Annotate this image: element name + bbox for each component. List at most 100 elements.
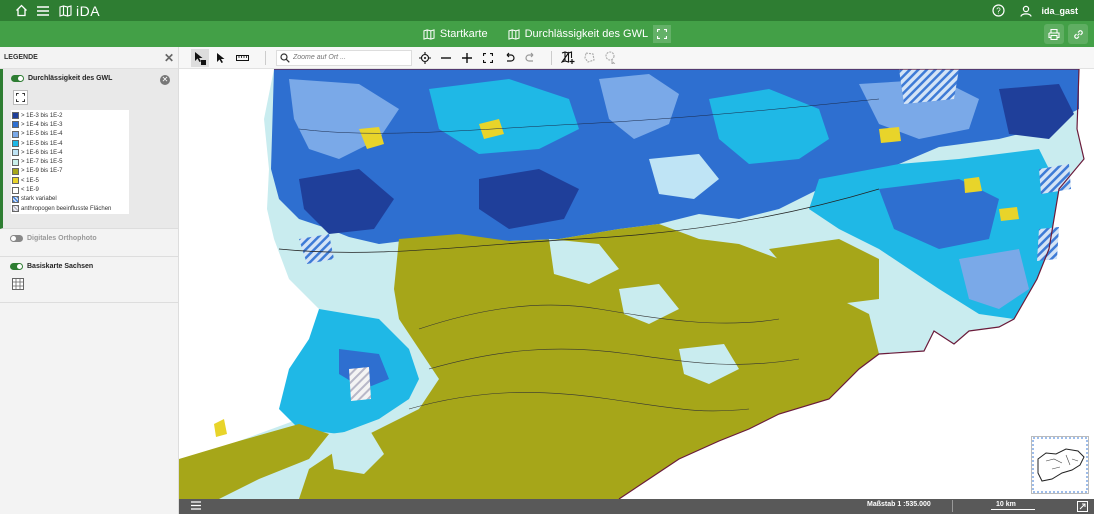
cursor-icon — [217, 52, 225, 63]
remove-layer-icon[interactable]: ✕ — [160, 75, 170, 85]
legend-swatch — [12, 205, 19, 213]
expand-icon — [16, 93, 25, 102]
legend-swatch — [12, 177, 19, 185]
grid-icon[interactable] — [12, 278, 24, 290]
print-icon — [1048, 28, 1060, 40]
legend-label: stark variabel — [21, 196, 57, 203]
app-title: iDA — [76, 2, 101, 19]
scale-bar — [991, 509, 1035, 510]
user-icon[interactable] — [1017, 2, 1035, 20]
layer-toggle[interactable] — [11, 75, 24, 82]
legend-item: anthropogen beeinflusste Flächen — [11, 204, 129, 213]
legend-title: LEGENDE — [4, 54, 38, 61]
ruler-icon — [235, 54, 249, 61]
crosshair-icon — [419, 51, 431, 64]
layer-toggle[interactable] — [10, 263, 23, 270]
layer-name: Digitales Orthophoto — [27, 235, 97, 242]
legend-swatch — [12, 140, 19, 148]
legend-panel: LEGENDE ✕ Durchlässigkeit des GWL ✕ > 1E… — [0, 47, 179, 514]
search-input[interactable] — [293, 54, 403, 61]
username[interactable]: ida_gast — [1041, 6, 1078, 16]
home-icon[interactable] — [12, 2, 30, 20]
map-canvas[interactable] — [179, 69, 1094, 499]
top-bar: iDA ? ida_gast — [0, 0, 1094, 21]
legend-item: > 1E-9 bis 1E-7 — [11, 167, 129, 176]
legend-swatch — [12, 149, 19, 157]
legend-label: > 1E-6 bis 1E-4 — [21, 149, 63, 156]
locate-button[interactable] — [416, 49, 434, 67]
legend-item: > 1E-3 bis 1E-2 — [11, 111, 129, 120]
legend-label: > 1E-4 bis 1E-3 — [21, 121, 63, 128]
legend-item: < 1E-9 — [11, 185, 129, 194]
overview-outline — [1032, 437, 1088, 493]
legend-label: < 1E-5 — [21, 177, 39, 184]
separator — [551, 50, 552, 65]
menu-icon[interactable] — [34, 2, 52, 20]
layers-icon[interactable] — [191, 501, 201, 512]
map-icon — [56, 2, 74, 20]
zoom-out-button[interactable] — [437, 49, 455, 67]
legend-item: > 1E-6 bis 1E-4 — [11, 148, 129, 157]
select-tool[interactable] — [212, 49, 230, 67]
legend-header: LEGENDE ✕ — [0, 47, 178, 69]
legend-label: anthropogen beeinflusste Flächen — [21, 205, 112, 212]
fullscreen-icon[interactable] — [1077, 501, 1088, 514]
layer-basiskarte: Basiskarte Sachsen — [0, 257, 178, 303]
status-bar: Maßstab 1 :535.000 10 km — [179, 499, 1094, 514]
distance-label: 10 km — [996, 501, 1016, 508]
layer-durchlaessigkeit: Durchlässigkeit des GWL ✕ > 1E-3 bis 1E-… — [0, 69, 178, 229]
legend-swatch — [12, 158, 19, 166]
legend-items: > 1E-3 bis 1E-2 > 1E-4 bis 1E-3 > 1E-5 bis… — [11, 110, 129, 215]
search-icon — [280, 52, 290, 63]
legend-label: > 1E-7 bis 1E-5 — [21, 159, 63, 166]
legend-label: > 1E-9 bis 1E-7 — [21, 168, 63, 175]
draw-polygon-button[interactable] — [580, 49, 598, 67]
nav-startkarte-label: Startkarte — [439, 28, 488, 40]
lasso-icon — [604, 51, 615, 64]
separator — [265, 50, 266, 65]
link-icon — [1073, 29, 1083, 39]
legend-item: > 1E-5 bis 1E-4 — [11, 130, 129, 139]
legend-item: > 1E-5 bis 1E-4 — [11, 139, 129, 148]
legend-item: < 1E-5 — [11, 176, 129, 185]
map-toolbar — [179, 47, 1094, 69]
legend-label: > 1E-3 bis 1E-2 — [21, 112, 63, 119]
draw-select-button[interactable] — [601, 49, 619, 67]
search-box[interactable] — [276, 49, 412, 66]
layer-toggle[interactable] — [10, 235, 23, 242]
layer-name: Basiskarte Sachsen — [27, 263, 94, 270]
legend-swatch — [12, 186, 19, 194]
legend-swatch — [12, 167, 19, 175]
legend-item: stark variabel — [11, 195, 129, 204]
help-icon[interactable]: ? — [989, 2, 1007, 20]
zoom-in-button[interactable] — [458, 49, 476, 67]
nav-layer[interactable]: Durchlässigkeit des GWL — [508, 25, 672, 43]
info-select-tool[interactable] — [191, 48, 209, 67]
close-icon[interactable]: ✕ — [164, 51, 174, 65]
layer-name: Durchlässigkeit des GWL — [28, 75, 113, 82]
undo-button[interactable] — [500, 49, 518, 67]
redo-button[interactable] — [521, 49, 539, 67]
map-view[interactable] — [179, 69, 1094, 499]
legend-item: > 1E-4 bis 1E-3 — [11, 120, 129, 129]
legend-swatch — [12, 121, 19, 129]
fullscreen-button[interactable] — [653, 25, 672, 43]
legend-swatch — [12, 112, 19, 120]
measure-tool[interactable] — [233, 49, 251, 67]
zoom-extent-button[interactable] — [13, 90, 28, 105]
full-extent-button[interactable] — [479, 49, 497, 67]
print-button[interactable] — [1044, 24, 1064, 44]
svg-text:?: ? — [996, 6, 1001, 15]
overview-map[interactable] — [1031, 436, 1089, 494]
legend-swatch — [12, 195, 19, 203]
plus-icon — [462, 52, 472, 63]
add-layer-button[interactable] — [559, 49, 577, 67]
legend-swatch — [12, 130, 19, 138]
map-add-icon — [561, 51, 575, 64]
nav-startkarte[interactable]: Startkarte — [423, 28, 488, 40]
undo-icon — [506, 52, 515, 62]
legend-label: < 1E-9 — [21, 187, 39, 194]
link-button[interactable] — [1068, 24, 1088, 44]
legend-item: > 1E-7 bis 1E-5 — [11, 157, 129, 166]
polygon-icon — [583, 52, 595, 63]
